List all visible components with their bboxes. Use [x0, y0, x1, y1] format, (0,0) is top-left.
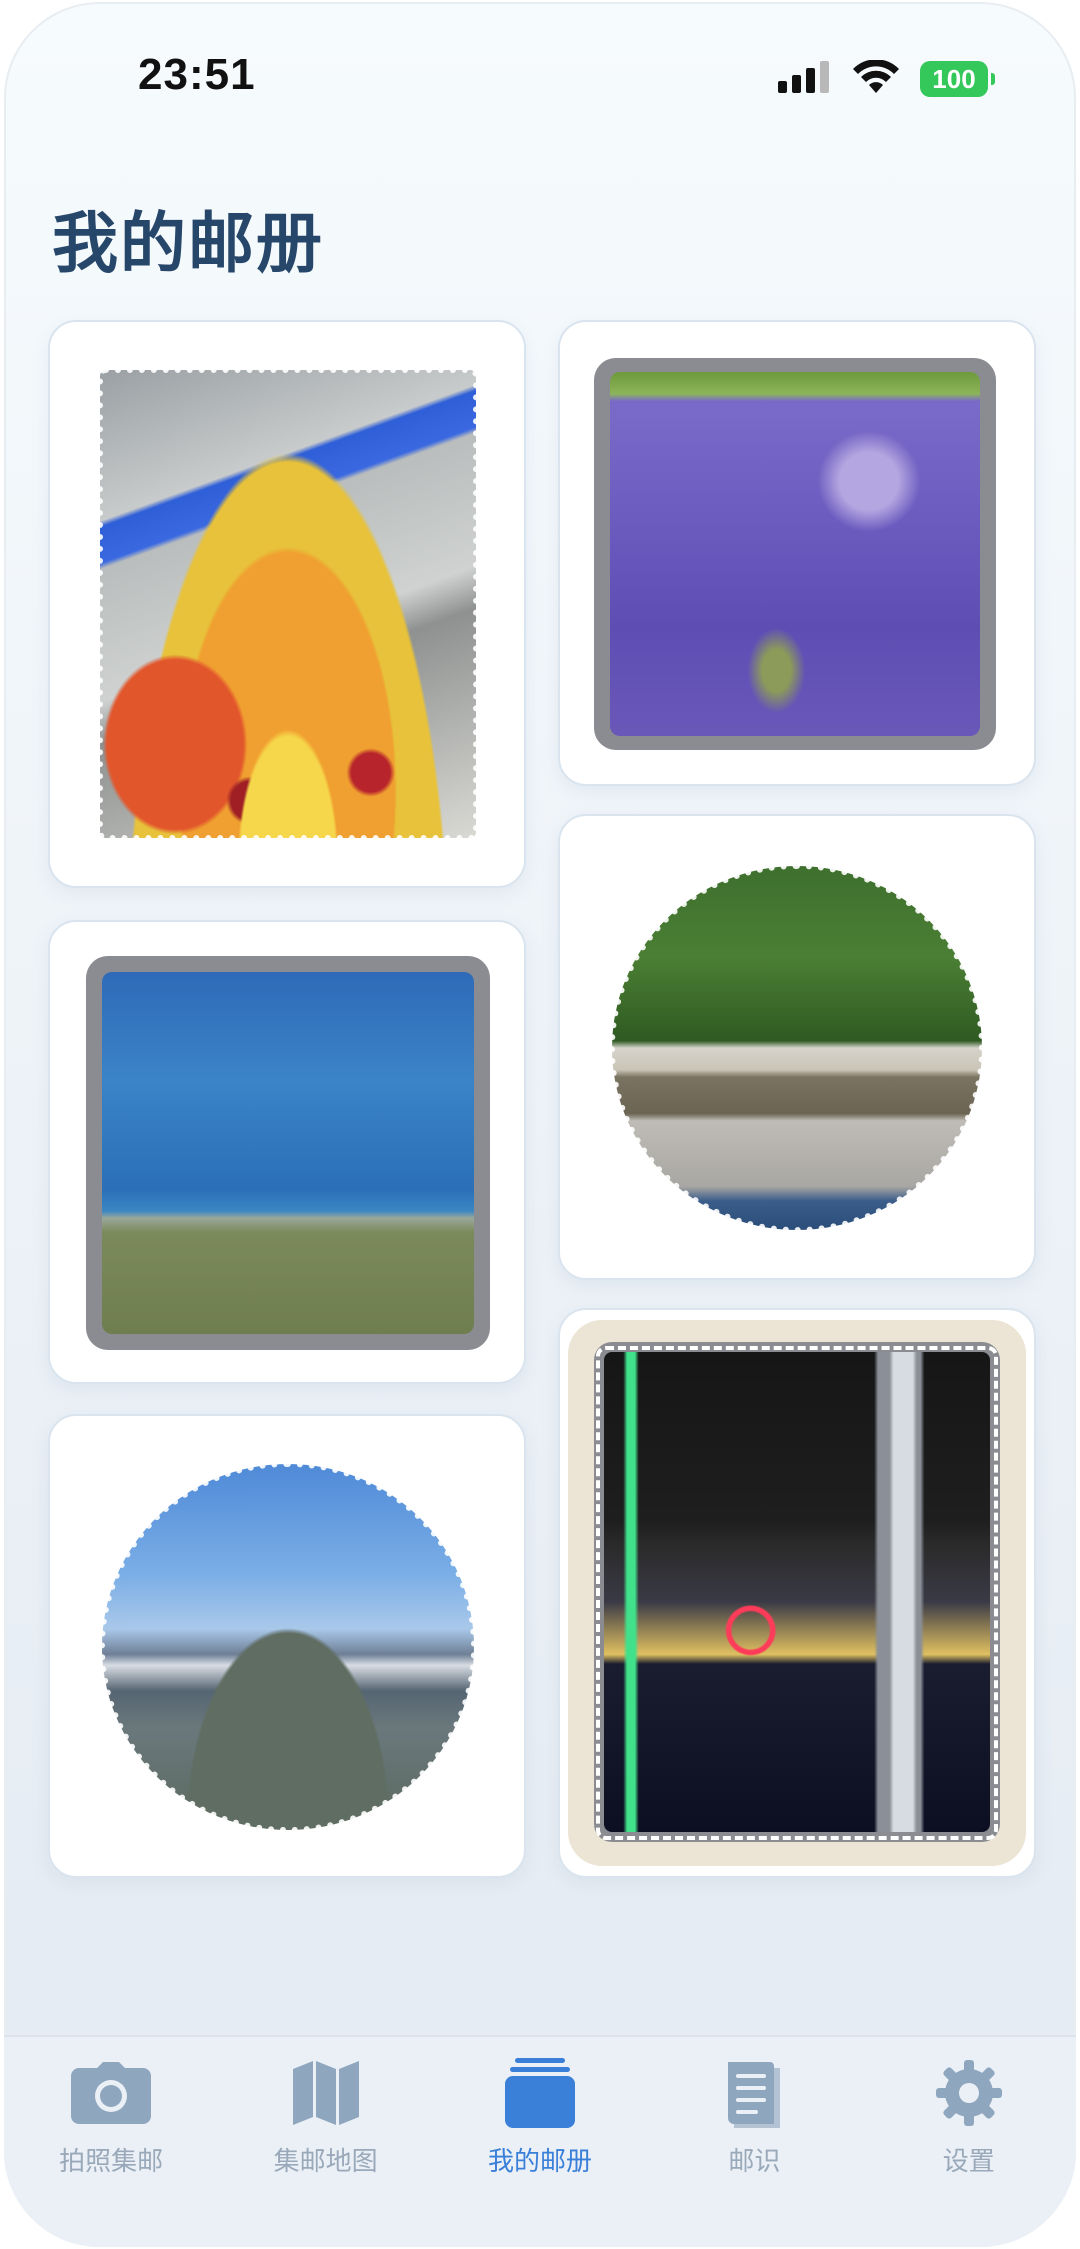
stamp-card-forest[interactable] [558, 814, 1036, 1280]
page-title: 我的邮册 [52, 205, 324, 282]
stamp-card-sea[interactable] [48, 920, 526, 1384]
stamp-photo-night-city [604, 1352, 990, 1832]
tab-album[interactable]: 我的邮册 [450, 2037, 630, 2178]
status-icons: 100 [778, 59, 995, 98]
tab-map[interactable]: 集邮地图 [236, 2037, 416, 2178]
tab-label-settings: 设置 [942, 2147, 995, 2177]
tab-bar: 拍照集邮 集邮地图 我的邮册 邮识 设置 [4, 2035, 1076, 2247]
gear-icon [879, 2055, 1059, 2131]
stamp-card-lamp[interactable] [48, 320, 526, 888]
status-time: 23:51 [138, 50, 256, 99]
phone-screen: 23:51 100 我的邮册 拍照集邮 集邮地图 我的邮册 邮识 设置 [4, 2, 1076, 2247]
tab-label-camera: 拍照集邮 [59, 2147, 164, 2177]
map-icon [236, 2055, 416, 2131]
stamp-card-lavender[interactable] [558, 320, 1036, 786]
tab-label-knowledge: 邮识 [728, 2147, 781, 2177]
stamp-photo-lamp [97, 367, 479, 841]
wifi-icon [852, 59, 900, 98]
camera-icon [21, 2055, 201, 2131]
tab-camera[interactable]: 拍照集邮 [21, 2037, 201, 2178]
album-icon [450, 2055, 630, 2131]
stamp-photo-sea [102, 972, 474, 1334]
stamp-photo-lavender [610, 372, 980, 736]
tab-label-map: 集邮地图 [273, 2147, 378, 2177]
battery-indicator: 100 [920, 61, 995, 97]
tab-knowledge[interactable]: 邮识 [664, 2037, 844, 2178]
stamp-card-night-city[interactable] [558, 1308, 1036, 1878]
tab-label-album: 我的邮册 [487, 2147, 592, 2177]
stamp-photo-mountain [99, 1461, 477, 1833]
stamp-photo-forest [609, 863, 985, 1233]
stamp-card-mountain[interactable] [48, 1414, 526, 1878]
tab-settings[interactable]: 设置 [879, 2037, 1059, 2178]
book-icon [664, 2055, 844, 2131]
signal-icon [778, 61, 832, 97]
